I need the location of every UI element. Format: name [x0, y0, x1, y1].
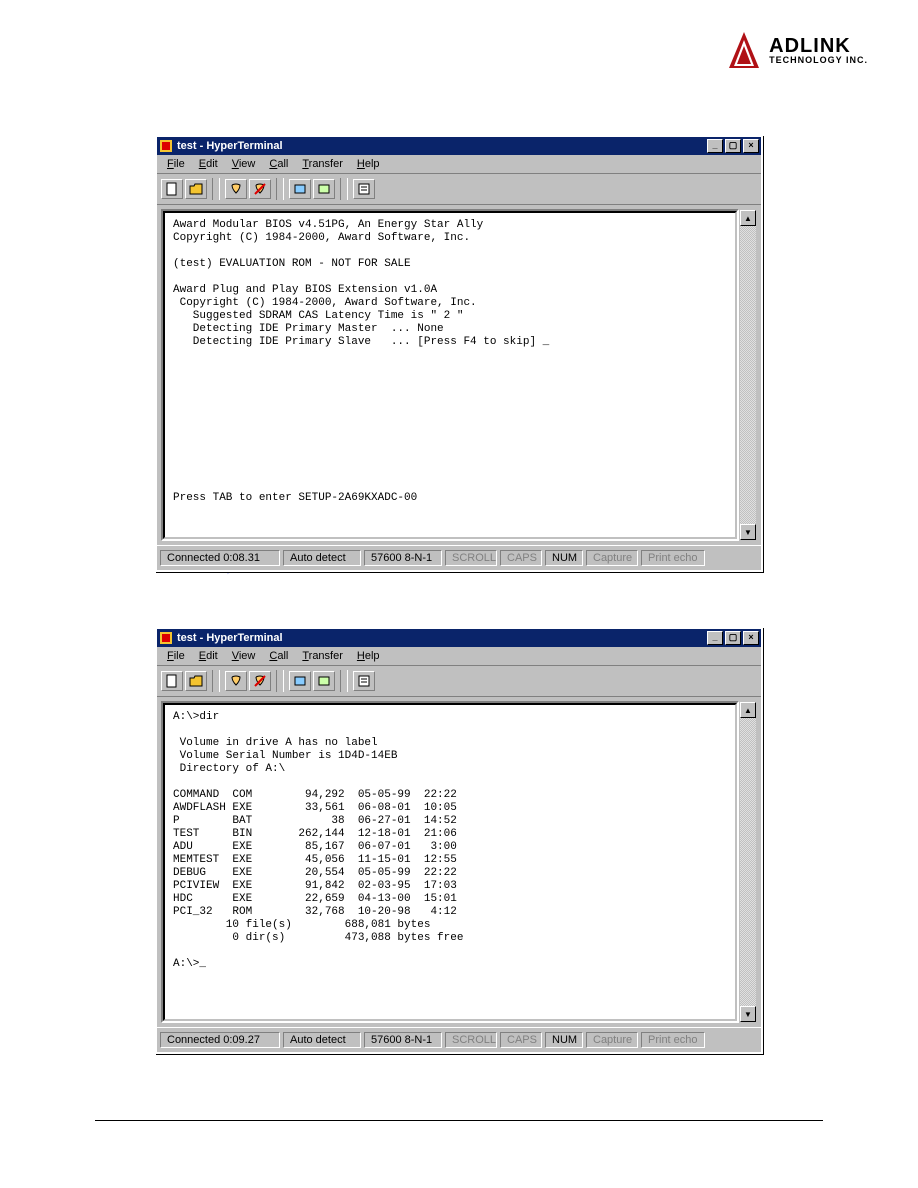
toolbar-disconnect-button[interactable]: [249, 671, 271, 691]
menu-call[interactable]: Call: [263, 157, 294, 171]
toolbar-properties-button[interactable]: [353, 179, 375, 199]
toolbar-send-button[interactable]: [289, 671, 311, 691]
terminal-output: Award Modular BIOS v4.51PG, An Energy St…: [163, 211, 737, 539]
status-autodetect: Auto detect: [283, 550, 361, 566]
menu-edit[interactable]: Edit: [193, 157, 224, 171]
scroll-down-button[interactable]: ▼: [740, 1006, 756, 1022]
status-printecho: Print echo: [641, 550, 705, 566]
status-capture: Capture: [586, 1032, 638, 1048]
toolbar-new-button[interactable]: [161, 179, 183, 199]
status-capture: Capture: [586, 550, 638, 566]
menu-file[interactable]: File: [161, 649, 191, 663]
minimize-button[interactable]: _: [707, 139, 723, 153]
menu-bar: File Edit View Call Transfer Help: [157, 155, 761, 174]
status-caps: CAPS: [500, 550, 542, 566]
status-scroll: SCROLL: [445, 550, 497, 566]
close-button[interactable]: ×: [743, 139, 759, 153]
window-title: test - HyperTerminal: [177, 632, 705, 644]
toolbar: [157, 174, 761, 205]
brand-triangle-icon: [727, 30, 761, 70]
maximize-button[interactable]: ▢: [725, 631, 741, 645]
status-port: 57600 8-N-1: [364, 550, 442, 566]
menu-edit[interactable]: Edit: [193, 649, 224, 663]
menu-call[interactable]: Call: [263, 649, 294, 663]
toolbar-disconnect-button[interactable]: [249, 179, 271, 199]
document-page: ADLINK TECHNOLOGY INC. manualshive.com t…: [0, 0, 918, 1188]
titlebar[interactable]: test - HyperTerminal _ ▢ ×: [157, 629, 761, 647]
close-button[interactable]: ×: [743, 631, 759, 645]
toolbar-open-button[interactable]: [185, 671, 207, 691]
app-icon: [159, 139, 173, 153]
menu-bar: File Edit View Call Transfer Help: [157, 647, 761, 666]
brand-logo: ADLINK TECHNOLOGY INC.: [727, 30, 868, 70]
toolbar-properties-button[interactable]: [353, 671, 375, 691]
toolbar-call-button[interactable]: [225, 179, 247, 199]
status-printecho: Print echo: [641, 1032, 705, 1048]
status-scroll: SCROLL: [445, 1032, 497, 1048]
terminal-output: A:\>dir Volume in drive A has no label V…: [163, 703, 737, 1021]
status-bar: Connected 0:08.31 Auto detect 57600 8-N-…: [157, 545, 761, 570]
menu-transfer[interactable]: Transfer: [296, 157, 349, 171]
menu-file[interactable]: File: [161, 157, 191, 171]
vertical-scrollbar[interactable]: ▲ ▼: [739, 701, 757, 1023]
brand-subtitle: TECHNOLOGY INC.: [769, 56, 868, 65]
scroll-down-button[interactable]: ▼: [740, 524, 756, 540]
footer-rule: [95, 1120, 823, 1121]
status-connected: Connected 0:08.31: [160, 550, 280, 566]
toolbar-send-button[interactable]: [289, 179, 311, 199]
menu-transfer[interactable]: Transfer: [296, 649, 349, 663]
scroll-up-button[interactable]: ▲: [740, 702, 756, 718]
minimize-button[interactable]: _: [707, 631, 723, 645]
app-icon: [159, 631, 173, 645]
maximize-button[interactable]: ▢: [725, 139, 741, 153]
vertical-scrollbar[interactable]: ▲ ▼: [739, 209, 757, 541]
menu-view[interactable]: View: [226, 157, 262, 171]
status-autodetect: Auto detect: [283, 1032, 361, 1048]
toolbar-receive-button[interactable]: [313, 671, 335, 691]
menu-help[interactable]: Help: [351, 649, 386, 663]
terminal-area[interactable]: A:\>dir Volume in drive A has no label V…: [161, 701, 739, 1023]
status-num: NUM: [545, 550, 583, 566]
status-port: 57600 8-N-1: [364, 1032, 442, 1048]
status-bar: Connected 0:09.27 Auto detect 57600 8-N-…: [157, 1027, 761, 1052]
titlebar[interactable]: test - HyperTerminal _ ▢ ×: [157, 137, 761, 155]
status-caps: CAPS: [500, 1032, 542, 1048]
terminal-area[interactable]: Award Modular BIOS v4.51PG, An Energy St…: [161, 209, 739, 541]
scroll-up-button[interactable]: ▲: [740, 210, 756, 226]
hyperterminal-window-1: test - HyperTerminal _ ▢ × File Edit Vie…: [155, 135, 763, 572]
toolbar-call-button[interactable]: [225, 671, 247, 691]
brand-name: ADLINK: [769, 36, 868, 56]
toolbar-new-button[interactable]: [161, 671, 183, 691]
toolbar-open-button[interactable]: [185, 179, 207, 199]
hyperterminal-window-2: test - HyperTerminal _ ▢ × File Edit Vie…: [155, 627, 763, 1054]
window-title: test - HyperTerminal: [177, 140, 705, 152]
status-connected: Connected 0:09.27: [160, 1032, 280, 1048]
status-num: NUM: [545, 1032, 583, 1048]
menu-help[interactable]: Help: [351, 157, 386, 171]
menu-view[interactable]: View: [226, 649, 262, 663]
toolbar-receive-button[interactable]: [313, 179, 335, 199]
toolbar: [157, 666, 761, 697]
